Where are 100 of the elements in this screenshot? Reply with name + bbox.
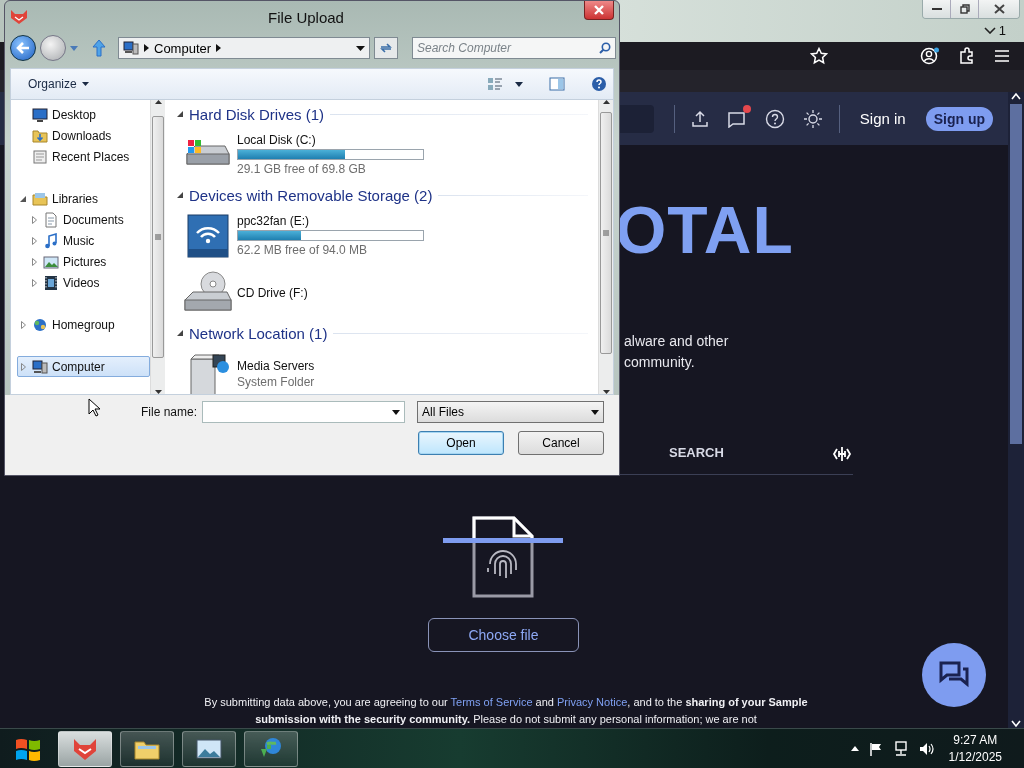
details-view-icon: [487, 77, 503, 91]
drive-name[interactable]: CD Drive (F:): [237, 285, 308, 300]
picture-icon: [43, 253, 59, 270]
restore-button[interactable]: [951, 0, 979, 18]
star-icon: [810, 47, 828, 65]
group-toggle[interactable]: [177, 111, 183, 117]
refresh-button[interactable]: [374, 37, 398, 59]
nav-item[interactable]: Computer: [17, 356, 150, 377]
drive-name[interactable]: Local Disk (C:): [237, 133, 424, 147]
drive-name[interactable]: Media Servers: [237, 358, 315, 373]
flag-icon: [868, 741, 883, 756]
nav-item[interactable]: Music: [28, 230, 150, 251]
item-type-text: System Folder: [237, 374, 315, 389]
document-icon: [43, 211, 59, 228]
account-icon: [920, 47, 940, 65]
expander-button[interactable]: [29, 278, 39, 287]
dialog-button[interactable]: Open: [418, 431, 504, 455]
scrollbar[interactable]: [150, 100, 165, 394]
volume-button[interactable]: [918, 741, 935, 756]
desktop-icon: [32, 106, 48, 123]
scrollbar[interactable]: [598, 100, 613, 394]
breadcrumb-arrow-icon: [144, 44, 149, 52]
api-tab[interactable]: [831, 445, 852, 462]
computer-icon: [123, 41, 139, 55]
group-header[interactable]: Hard Disk Drives (1): [189, 105, 324, 123]
nav-item[interactable]: Downloads: [17, 125, 150, 146]
clock[interactable]: 9:27 AM 1/12/2025: [948, 731, 1002, 766]
grip-icon: [155, 234, 161, 240]
sun-icon: [802, 108, 823, 129]
close-button[interactable]: [979, 0, 1019, 18]
action-center-button[interactable]: [868, 741, 883, 756]
sign-in-button[interactable]: Sign in: [853, 110, 912, 127]
expander-button[interactable]: [18, 320, 28, 329]
puzzle-icon: [958, 47, 976, 65]
scroll-down-icon: [1011, 720, 1021, 728]
dialog-button[interactable]: Cancel: [518, 431, 604, 455]
speaker-icon: [918, 741, 935, 756]
show-hidden-icons-button[interactable]: [850, 746, 859, 751]
taskbar-app[interactable]: [182, 730, 236, 767]
free-space-text: 62.2 MB free of 94.0 MB: [237, 243, 369, 257]
nav-item[interactable]: Libraries: [17, 188, 150, 209]
organize-button[interactable]: Organize: [26, 75, 91, 93]
group-header[interactable]: Devices with Removable Storage (2): [189, 186, 433, 204]
fox-logo-icon: [10, 9, 28, 25]
expanded-icon: [177, 192, 183, 198]
expanded-icon: [177, 330, 183, 336]
restore-icon: [959, 4, 970, 14]
file-type-dropdown[interactable]: All Files: [417, 401, 604, 423]
nav-item[interactable]: Documents: [28, 209, 150, 230]
menu-icon: [994, 49, 1010, 63]
scrollbar[interactable]: [1008, 92, 1024, 728]
close-button[interactable]: [584, 1, 614, 20]
expander-button[interactable]: [29, 236, 39, 245]
drive-name[interactable]: ppc32fan (E:): [237, 214, 424, 228]
help-icon: [591, 76, 607, 92]
file-name-field[interactable]: [202, 401, 405, 423]
breadcrumb-item[interactable]: Computer: [154, 40, 212, 56]
help-button[interactable]: [591, 76, 607, 92]
collapsed-icon: [20, 320, 26, 329]
nav-item[interactable]: Recent Places: [17, 146, 150, 167]
breadcrumb-arrow-icon: [216, 44, 222, 52]
back-button[interactable]: [10, 35, 36, 61]
homegroup-icon: [32, 316, 48, 333]
minimize-button[interactable]: [923, 0, 951, 18]
group-toggle[interactable]: [177, 330, 183, 336]
expander-button[interactable]: [29, 215, 39, 224]
taskbar-app[interactable]: [120, 730, 174, 767]
collapsed-icon: [31, 236, 37, 245]
sign-up-button[interactable]: Sign up: [925, 106, 993, 131]
nav-item[interactable]: Pictures: [28, 251, 150, 272]
collapsed-icon: [20, 362, 26, 371]
menu-button[interactable]: [992, 47, 1012, 65]
scroll-up-icon: [1011, 92, 1021, 100]
folder-icon: [32, 127, 48, 144]
bookmark-button[interactable]: [808, 45, 830, 67]
collapsed-icon: [31, 215, 37, 224]
api-icon: [831, 445, 852, 462]
search-tab[interactable]: SEARCH: [669, 441, 724, 467]
search-field[interactable]: Search Computer: [412, 37, 616, 59]
nav-item[interactable]: Desktop: [17, 104, 150, 125]
account-button[interactable]: [918, 45, 942, 67]
nav-item[interactable]: Videos: [28, 272, 150, 293]
close-icon: [993, 4, 1005, 14]
expander-button[interactable]: [18, 195, 28, 202]
network-icon: [892, 740, 909, 757]
help-icon: [764, 108, 785, 129]
network-button[interactable]: [892, 740, 909, 757]
caret-up-icon: [850, 746, 859, 751]
group-header[interactable]: Network Location (1): [189, 324, 328, 342]
expander-button[interactable]: [29, 257, 39, 266]
nav-item[interactable]: Homegroup: [17, 314, 150, 335]
taskbar-app[interactable]: [58, 730, 112, 767]
view-dropdown[interactable]: [515, 81, 523, 87]
choose-file-button[interactable]: Choose file: [428, 618, 579, 652]
policy-link[interactable]: Terms of Service: [450, 696, 533, 708]
cursor-icon: [88, 398, 100, 417]
address-bar[interactable]: Computer: [118, 37, 370, 59]
expanded-icon: [20, 195, 26, 202]
minimize-icon: [931, 7, 942, 11]
group-toggle[interactable]: [177, 192, 183, 198]
